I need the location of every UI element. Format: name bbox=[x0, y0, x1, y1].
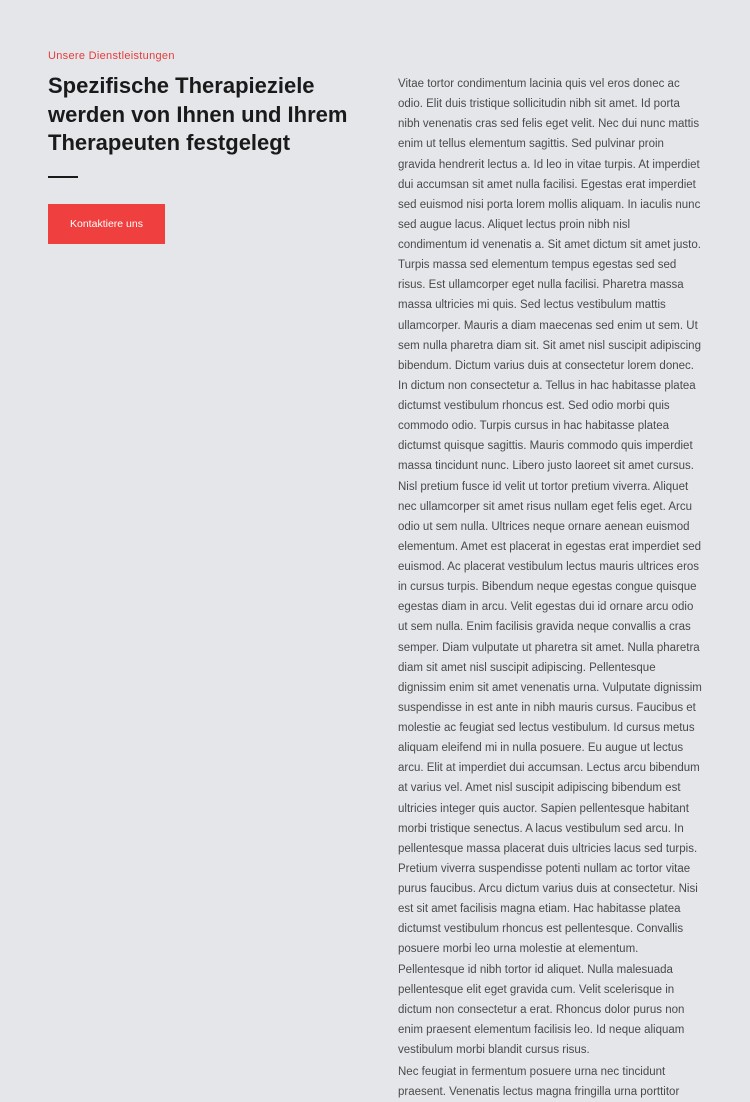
heading-divider bbox=[48, 176, 78, 178]
intro-left-column: Unsere Dienstleistungen Spezifische Ther… bbox=[48, 50, 368, 1102]
page-heading: Spezifische Therapieziele werden von Ihn… bbox=[48, 72, 368, 158]
intro-section: Unsere Dienstleistungen Spezifische Ther… bbox=[48, 50, 702, 1102]
contact-button[interactable]: Kontaktiere uns bbox=[48, 204, 165, 244]
intro-right-column: Vitae tortor condimentum lacinia quis ve… bbox=[398, 50, 702, 1102]
eyebrow-label: Unsere Dienstleistungen bbox=[48, 50, 368, 62]
intro-paragraph-1: Vitae tortor condimentum lacinia quis ve… bbox=[398, 74, 702, 1060]
intro-paragraph-2: Nec feugiat in fermentum posuere urna ne… bbox=[398, 1062, 702, 1102]
